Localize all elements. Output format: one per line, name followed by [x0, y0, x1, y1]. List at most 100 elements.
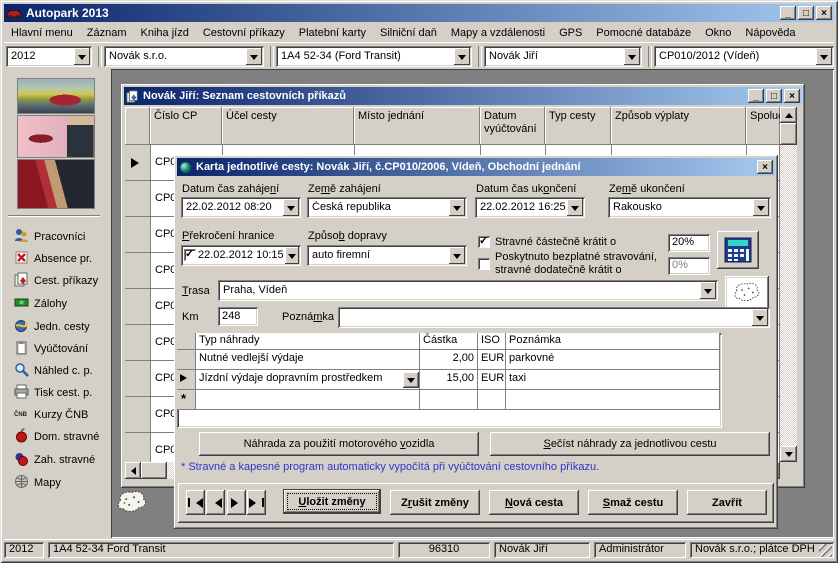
scroll-left-icon[interactable]	[125, 462, 141, 479]
calculator-icon	[724, 237, 752, 263]
sidebar-item-dom-stravne[interactable]: Dom. stravné	[14, 428, 99, 446]
cancel-changes-button[interactable]: Zrušit změny	[390, 490, 480, 515]
route-combo[interactable]: Praha, Vídeň	[218, 280, 718, 301]
chevron-down-icon[interactable]	[752, 309, 768, 326]
expenses-col-poznamka: Poznámka	[506, 333, 720, 350]
sidebar-item-zah-stravne[interactable]: Zah. stravné	[14, 451, 95, 469]
chevron-down-icon[interactable]	[449, 199, 465, 216]
chevron-down-icon[interactable]	[816, 48, 832, 65]
scroll-up-icon[interactable]	[780, 107, 797, 123]
sidebar-item-nahled-cp[interactable]: Náhled c. p.	[14, 362, 93, 380]
toolbar-separator	[478, 46, 482, 67]
chevron-down-icon[interactable]	[285, 247, 299, 264]
chevron-down-icon[interactable]	[449, 247, 465, 264]
menu-gps[interactable]: GPS	[552, 24, 589, 42]
meal-free-checkbox[interactable]	[478, 258, 490, 270]
dialog-close-button[interactable]: ×	[757, 160, 773, 174]
note-combo[interactable]	[338, 307, 770, 328]
chevron-down-icon[interactable]	[700, 282, 716, 299]
menu-silnicni-dan[interactable]: Silniční daň	[373, 24, 444, 42]
maximize-button[interactable]: □	[798, 6, 814, 20]
sidebar-item-jedn-cesty[interactable]: Jedn. cesty	[14, 318, 90, 336]
menu-mapy-a-vzdalenosti[interactable]: Mapy a vzdálenosti	[444, 24, 552, 42]
sidebar-item-zalohy[interactable]: Zálohy	[14, 295, 67, 313]
sidebar-item-absence[interactable]: Absence pr.	[14, 250, 92, 268]
scroll-down-icon[interactable]	[780, 446, 797, 462]
meal-partial-label: Stravné částečně krátit o	[495, 236, 616, 248]
border-cross-combo[interactable]: 22.02.2012 10:15	[181, 245, 301, 266]
close-dialog-button[interactable]: Zavřít	[687, 490, 767, 515]
sidebar-item-kurzy-cnb[interactable]: ČNB Kurzy ČNB	[14, 406, 88, 424]
meal-partial-checkbox[interactable]	[478, 236, 490, 248]
chevron-down-icon[interactable]	[567, 199, 583, 216]
col-misto-jednani[interactable]: Místo jednání	[354, 107, 480, 145]
sidebar-item-tisk-cest-p[interactable]: Tisk cest. p.	[14, 384, 92, 402]
menu-pomocne-databaze[interactable]: Pomocné databáze	[589, 24, 698, 42]
vertical-scrollbar[interactable]	[780, 107, 797, 462]
border-cross-checkbox[interactable]	[184, 249, 196, 261]
new-trip-button[interactable]: Nová cesta	[489, 490, 579, 515]
map-button[interactable]	[725, 276, 769, 309]
save-changes-button[interactable]: Uložit změny	[283, 489, 381, 514]
minimize-button[interactable]: _	[780, 6, 796, 20]
sidebar-item-mapy[interactable]: Mapy	[14, 474, 61, 492]
sidebar-item-cest-prikazy[interactable]: Cest. příkazy	[14, 272, 98, 290]
menu-zaznam[interactable]: Záznam	[80, 24, 134, 42]
person-combo[interactable]: Novák Jiří	[484, 46, 642, 67]
list-maximize-button[interactable]: □	[766, 89, 782, 103]
end-country-combo[interactable]: Rakousko	[608, 197, 771, 218]
menu-hlavni-menu[interactable]: Hlavní menu	[4, 24, 80, 42]
end-datetime-combo[interactable]: 22.02.2012 16:25	[475, 197, 585, 218]
start-country-combo[interactable]: Česká republika	[307, 197, 467, 218]
menu-platebni-karty[interactable]: Platební karty	[292, 24, 373, 42]
scrollbar-track[interactable]	[780, 123, 797, 446]
nav-last-button[interactable]	[247, 490, 266, 515]
calculator-button[interactable]	[717, 231, 759, 269]
current-row-arrow	[131, 158, 144, 168]
chevron-down-icon[interactable]	[74, 48, 90, 65]
vehicle-refund-button[interactable]: Náhrada za použití motorového vozidla	[199, 432, 479, 456]
year-combo[interactable]: 2012	[6, 46, 92, 67]
transport-combo[interactable]: auto firemní	[307, 245, 467, 266]
delete-trip-button[interactable]: Smaž cestu	[588, 490, 678, 515]
menu-napoveda[interactable]: Nápověda	[738, 24, 802, 42]
vehicle-combo[interactable]: 1A4 52-34 (Ford Transit)	[276, 46, 472, 67]
start-datetime-combo[interactable]: 22.02.2012 08:20	[181, 197, 301, 218]
chevron-down-icon[interactable]	[246, 48, 262, 65]
close-button[interactable]: ×	[816, 6, 832, 20]
list-close-button[interactable]: ×	[784, 89, 800, 103]
chevron-down-icon[interactable]	[624, 48, 640, 65]
nav-first-button[interactable]	[186, 490, 205, 515]
col-zpusob-vyplaty[interactable]: Způsob výplaty	[611, 107, 746, 145]
sidebar-item-vyuctovani[interactable]: Vyúčtování	[14, 340, 88, 358]
transport-label: Způsob dopravy	[308, 230, 387, 242]
scrollbar-thumb[interactable]	[780, 123, 797, 145]
col-spolucestujici[interactable]: Spolucestující	[746, 107, 780, 145]
company-combo[interactable]: Novák s.r.o.	[104, 46, 264, 67]
chevron-down-icon[interactable]	[283, 199, 299, 216]
chevron-down-icon[interactable]	[454, 48, 470, 65]
nav-prev-button[interactable]	[206, 490, 225, 515]
chevron-down-icon[interactable]	[403, 372, 419, 388]
col-typ-cesty[interactable]: Typ cesty	[545, 107, 611, 145]
meal-free-percent-field[interactable]: 0%	[668, 257, 710, 275]
menu-okno[interactable]: Okno	[698, 24, 738, 42]
list-minimize-button[interactable]: _	[748, 89, 764, 103]
menu-kniha-jizd[interactable]: Kniha jízd	[134, 24, 196, 42]
list-window-title: Novák Jiří: Seznam cestovních příkazů	[143, 90, 346, 102]
travel-order-combo[interactable]: CP010/2012 (Vídeň)	[654, 46, 834, 67]
chevron-down-icon[interactable]	[753, 199, 769, 216]
sidebar-item-pracovnici[interactable]: Pracovníci	[14, 228, 85, 246]
nav-next-button[interactable]	[227, 490, 246, 515]
meal-partial-percent-field[interactable]: 20%	[668, 234, 710, 252]
status-bar: 2012 1A4 52-34 Ford Transit 96310 Novák …	[4, 539, 834, 559]
col-cislo-cp[interactable]: Číslo CP	[150, 107, 222, 145]
scrollbar-thumb[interactable]	[141, 462, 167, 479]
km-field[interactable]: 248	[218, 307, 258, 326]
sum-refunds-button[interactable]: Sečíst náhrady za jednotlivou cestu	[490, 432, 770, 456]
col-ucel-cesty[interactable]: Účel cesty	[222, 107, 354, 145]
maps-icon	[14, 474, 29, 492]
menu-cestovni-prikazy[interactable]: Cestovní příkazy	[196, 24, 292, 42]
col-datum-vyuctovani[interactable]: Datum vyúčtování	[480, 107, 545, 145]
resize-grip[interactable]	[819, 544, 832, 557]
